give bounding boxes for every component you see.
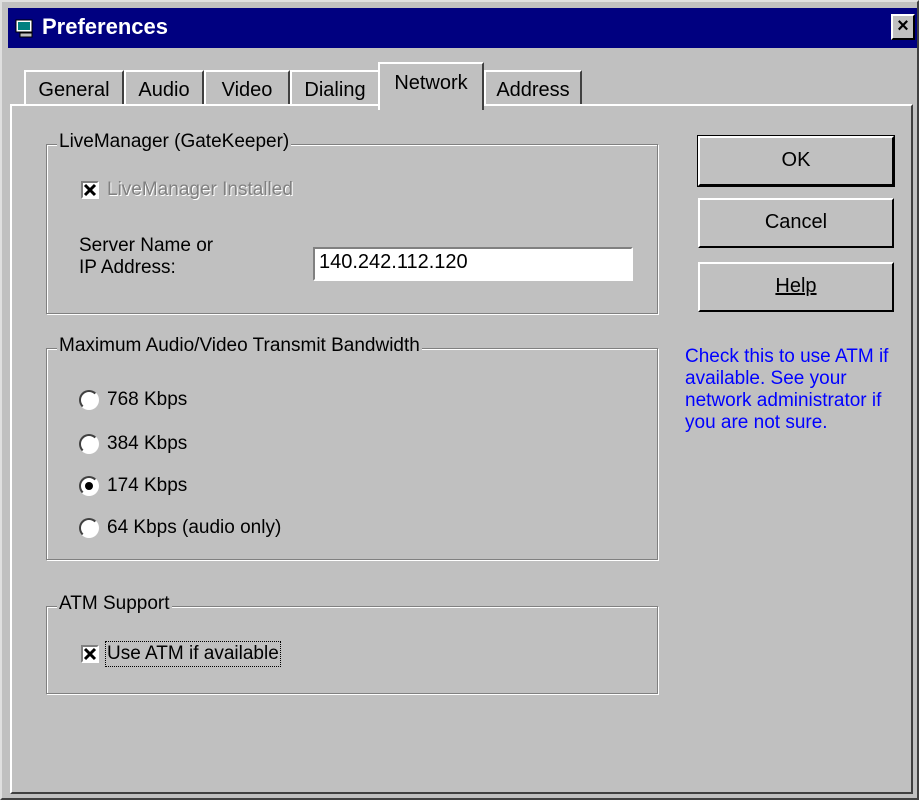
bandwidth-group-label: Maximum Audio/Video Transmit Bandwidth — [57, 335, 422, 357]
help-button[interactable]: Help — [698, 262, 894, 312]
use-atm-label[interactable]: Use ATM if available — [105, 641, 281, 667]
title-bar[interactable]: Preferences × — [8, 8, 917, 48]
atm-group-label: ATM Support — [57, 593, 172, 615]
bandwidth-option-384[interactable]: 384 Kbps — [79, 433, 187, 455]
server-address-input[interactable]: 140.242.112.120 — [313, 247, 633, 281]
preferences-window: Preferences × General Audio Video Dialin… — [0, 0, 919, 800]
livemanager-installed-label: LiveManager Installed — [107, 179, 293, 200]
radio-384[interactable] — [79, 434, 99, 454]
close-icon: × — [897, 15, 909, 37]
bandwidth-option-label: 768 Kbps — [107, 389, 188, 410]
bandwidth-option-label: 174 Kbps — [107, 475, 188, 496]
bandwidth-option-768[interactable]: 768 Kbps — [79, 389, 187, 411]
livemanager-installed-checkbox[interactable] — [81, 181, 99, 199]
tab-general[interactable]: General — [24, 70, 124, 106]
atm-hint-text: Check this to use ATM if available. See … — [685, 346, 889, 433]
server-name-label-line2: IP Address: — [79, 257, 176, 278]
use-atm-checkbox[interactable] — [81, 645, 99, 663]
bandwidth-option-174[interactable]: 174 Kbps — [79, 475, 187, 497]
close-button[interactable]: × — [891, 14, 915, 40]
bandwidth-group: Maximum Audio/Video Transmit Bandwidth 7… — [46, 335, 658, 560]
help-button-label: Help — [775, 275, 817, 297]
checkmark-icon — [83, 647, 97, 661]
tab-address[interactable]: Address — [484, 70, 582, 106]
tab-network[interactable]: Network — [378, 62, 484, 110]
bandwidth-option-64[interactable]: 64 Kbps (audio only) — [79, 517, 281, 539]
window-title: Preferences — [42, 14, 168, 39]
server-name-label-line1: Server Name or — [79, 235, 214, 256]
bandwidth-option-label: 64 Kbps (audio only) — [107, 517, 282, 538]
tab-video[interactable]: Video — [204, 70, 290, 106]
use-atm-checkbox-row[interactable]: Use ATM if available — [81, 641, 281, 667]
radio-selected-dot — [85, 482, 93, 490]
livemanager-group: LiveManager (GateKeeper) LiveManager Ins… — [46, 131, 658, 314]
livemanager-installed-checkbox-row: LiveManager Installed — [81, 179, 293, 201]
tab-audio[interactable]: Audio — [124, 70, 204, 106]
bandwidth-option-label: 384 Kbps — [107, 433, 188, 454]
ok-button[interactable]: OK — [697, 135, 895, 187]
server-name-label: Server Name or IP Address: — [79, 235, 213, 279]
radio-64[interactable] — [79, 518, 99, 538]
livemanager-group-label: LiveManager (GateKeeper) — [57, 131, 292, 153]
radio-174[interactable] — [79, 476, 99, 496]
radio-768[interactable] — [79, 390, 99, 410]
preferences-app-icon — [15, 19, 33, 38]
checkmark-icon — [83, 183, 97, 197]
tab-dialing[interactable]: Dialing — [290, 70, 380, 106]
cancel-button[interactable]: Cancel — [698, 198, 894, 248]
atm-group: ATM Support Use ATM if available — [46, 593, 658, 694]
